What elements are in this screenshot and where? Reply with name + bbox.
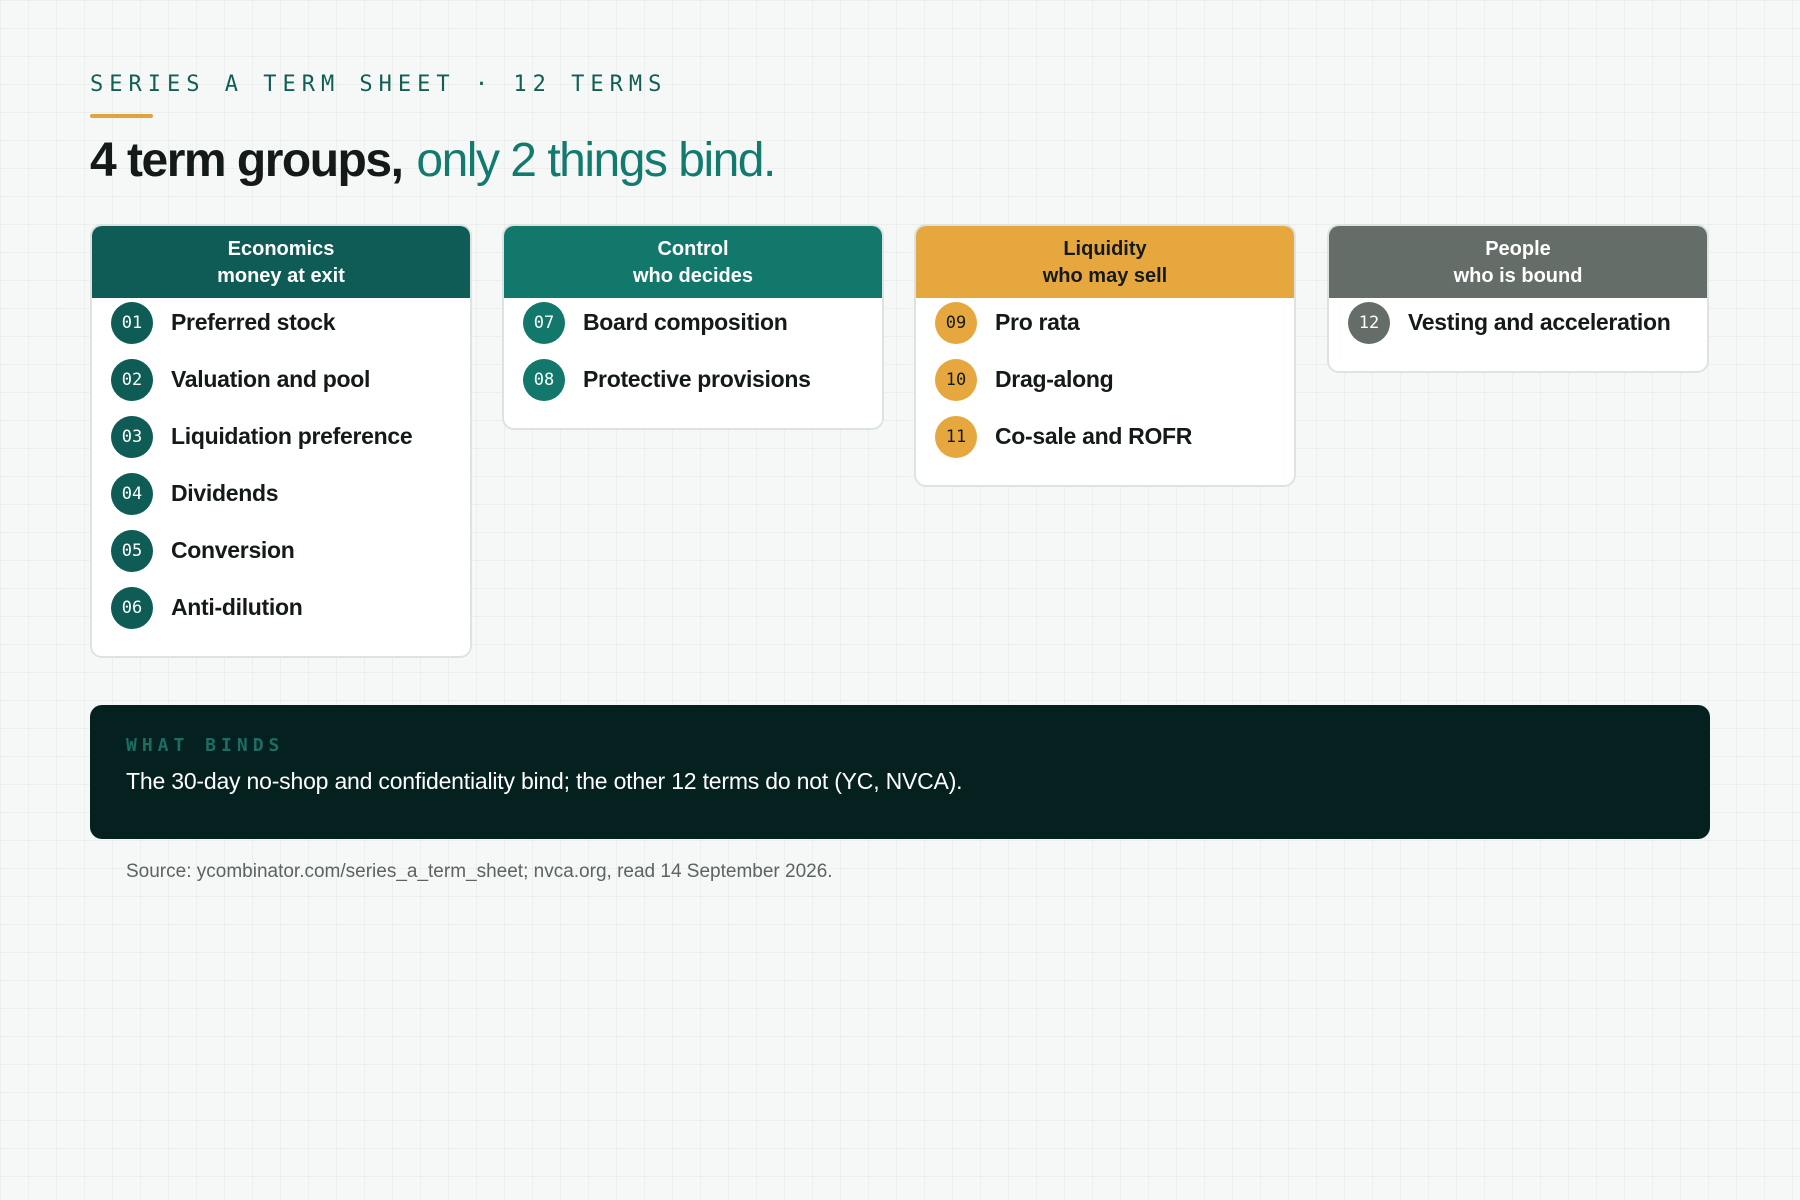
term-label: Co-sale and ROFR <box>995 423 1193 449</box>
term-number-badge: 08 <box>523 358 565 401</box>
term-label: Protective provisions <box>583 366 811 392</box>
group-name: Liquidity <box>1063 238 1147 260</box>
term-item: 04 Dividends <box>92 465 470 522</box>
group-subtitle: money at exit <box>217 265 345 287</box>
term-label: Liquidation preference <box>171 423 413 449</box>
callout-text: The 30-day no-shop and confidentiality b… <box>126 768 963 794</box>
term-number-badge: 11 <box>935 415 977 458</box>
term-item: 11 Co-sale and ROFR <box>916 408 1294 465</box>
term-number-badge: 09 <box>935 301 977 344</box>
term-number-badge: 12 <box>1348 301 1390 344</box>
term-label: Dividends <box>171 480 279 506</box>
callout-kicker: WHAT BINDS <box>126 735 285 756</box>
term-number-badge: 07 <box>523 301 565 344</box>
group-header: Economics money at exit <box>92 226 470 298</box>
group-card-liquidity: Liquidity who may sell 09 Pro rata 10 Drag… <box>914 224 1296 487</box>
term-number-badge: 01 <box>111 301 153 344</box>
group-name: Economics <box>227 238 335 260</box>
headline-accent: only 2 things bind. <box>416 134 776 187</box>
headline-strong: 4 term groups, <box>90 134 404 187</box>
term-number-badge: 06 <box>111 586 153 629</box>
term-number-badge: 05 <box>111 529 153 572</box>
term-label: Vesting and acceleration <box>1408 309 1671 335</box>
term-number-badge: 04 <box>111 472 153 515</box>
group-card-people: People who is bound 12 Vesting and accele… <box>1327 224 1709 373</box>
term-label: Anti-dilution <box>171 594 303 620</box>
group-subtitle: who may sell <box>1042 265 1168 287</box>
term-item: 09 Pro rata <box>916 294 1294 351</box>
term-number-badge: 10 <box>935 358 977 401</box>
term-item: 03 Liquidation preference <box>92 408 470 465</box>
group-header: People who is bound <box>1329 226 1707 298</box>
eyebrow: SERIES A TERM SHEET · 12 TERMS <box>90 72 668 97</box>
term-label: Drag-along <box>995 366 1114 392</box>
what-binds-callout: WHAT BINDS The 30-day no-shop and confid… <box>90 705 1710 839</box>
page-title: 4 term groups, only 2 things bind. <box>90 130 776 192</box>
term-item: 01 Preferred stock <box>92 294 470 351</box>
term-label: Conversion <box>171 537 295 563</box>
group-subtitle: who decides <box>632 265 754 287</box>
group-card-economics: Economics money at exit 01 Preferred stoc… <box>90 224 472 658</box>
term-item: 12 Vesting and acceleration <box>1329 294 1707 351</box>
source-note: Source: ycombinator.com/series_a_term_sh… <box>126 861 833 882</box>
term-item: 08 Protective provisions <box>504 351 882 408</box>
group-name: Control <box>657 238 729 260</box>
term-number-badge: 03 <box>111 415 153 458</box>
term-item: 07 Board composition <box>504 294 882 351</box>
term-item: 06 Anti-dilution <box>92 579 470 636</box>
term-item: 05 Conversion <box>92 522 470 579</box>
term-label: Valuation and pool <box>171 366 371 392</box>
group-name: People <box>1485 238 1551 260</box>
eyebrow-rule <box>90 114 153 118</box>
term-label: Pro rata <box>995 309 1080 335</box>
term-item: 10 Drag-along <box>916 351 1294 408</box>
group-header: Liquidity who may sell <box>916 226 1294 298</box>
term-item: 02 Valuation and pool <box>92 351 470 408</box>
group-subtitle: who is bound <box>1453 265 1583 287</box>
term-label: Board composition <box>583 309 788 335</box>
group-card-control: Control who decides 07 Board composition … <box>502 224 884 430</box>
term-number-badge: 02 <box>111 358 153 401</box>
term-label: Preferred stock <box>171 309 336 335</box>
group-header: Control who decides <box>504 226 882 298</box>
